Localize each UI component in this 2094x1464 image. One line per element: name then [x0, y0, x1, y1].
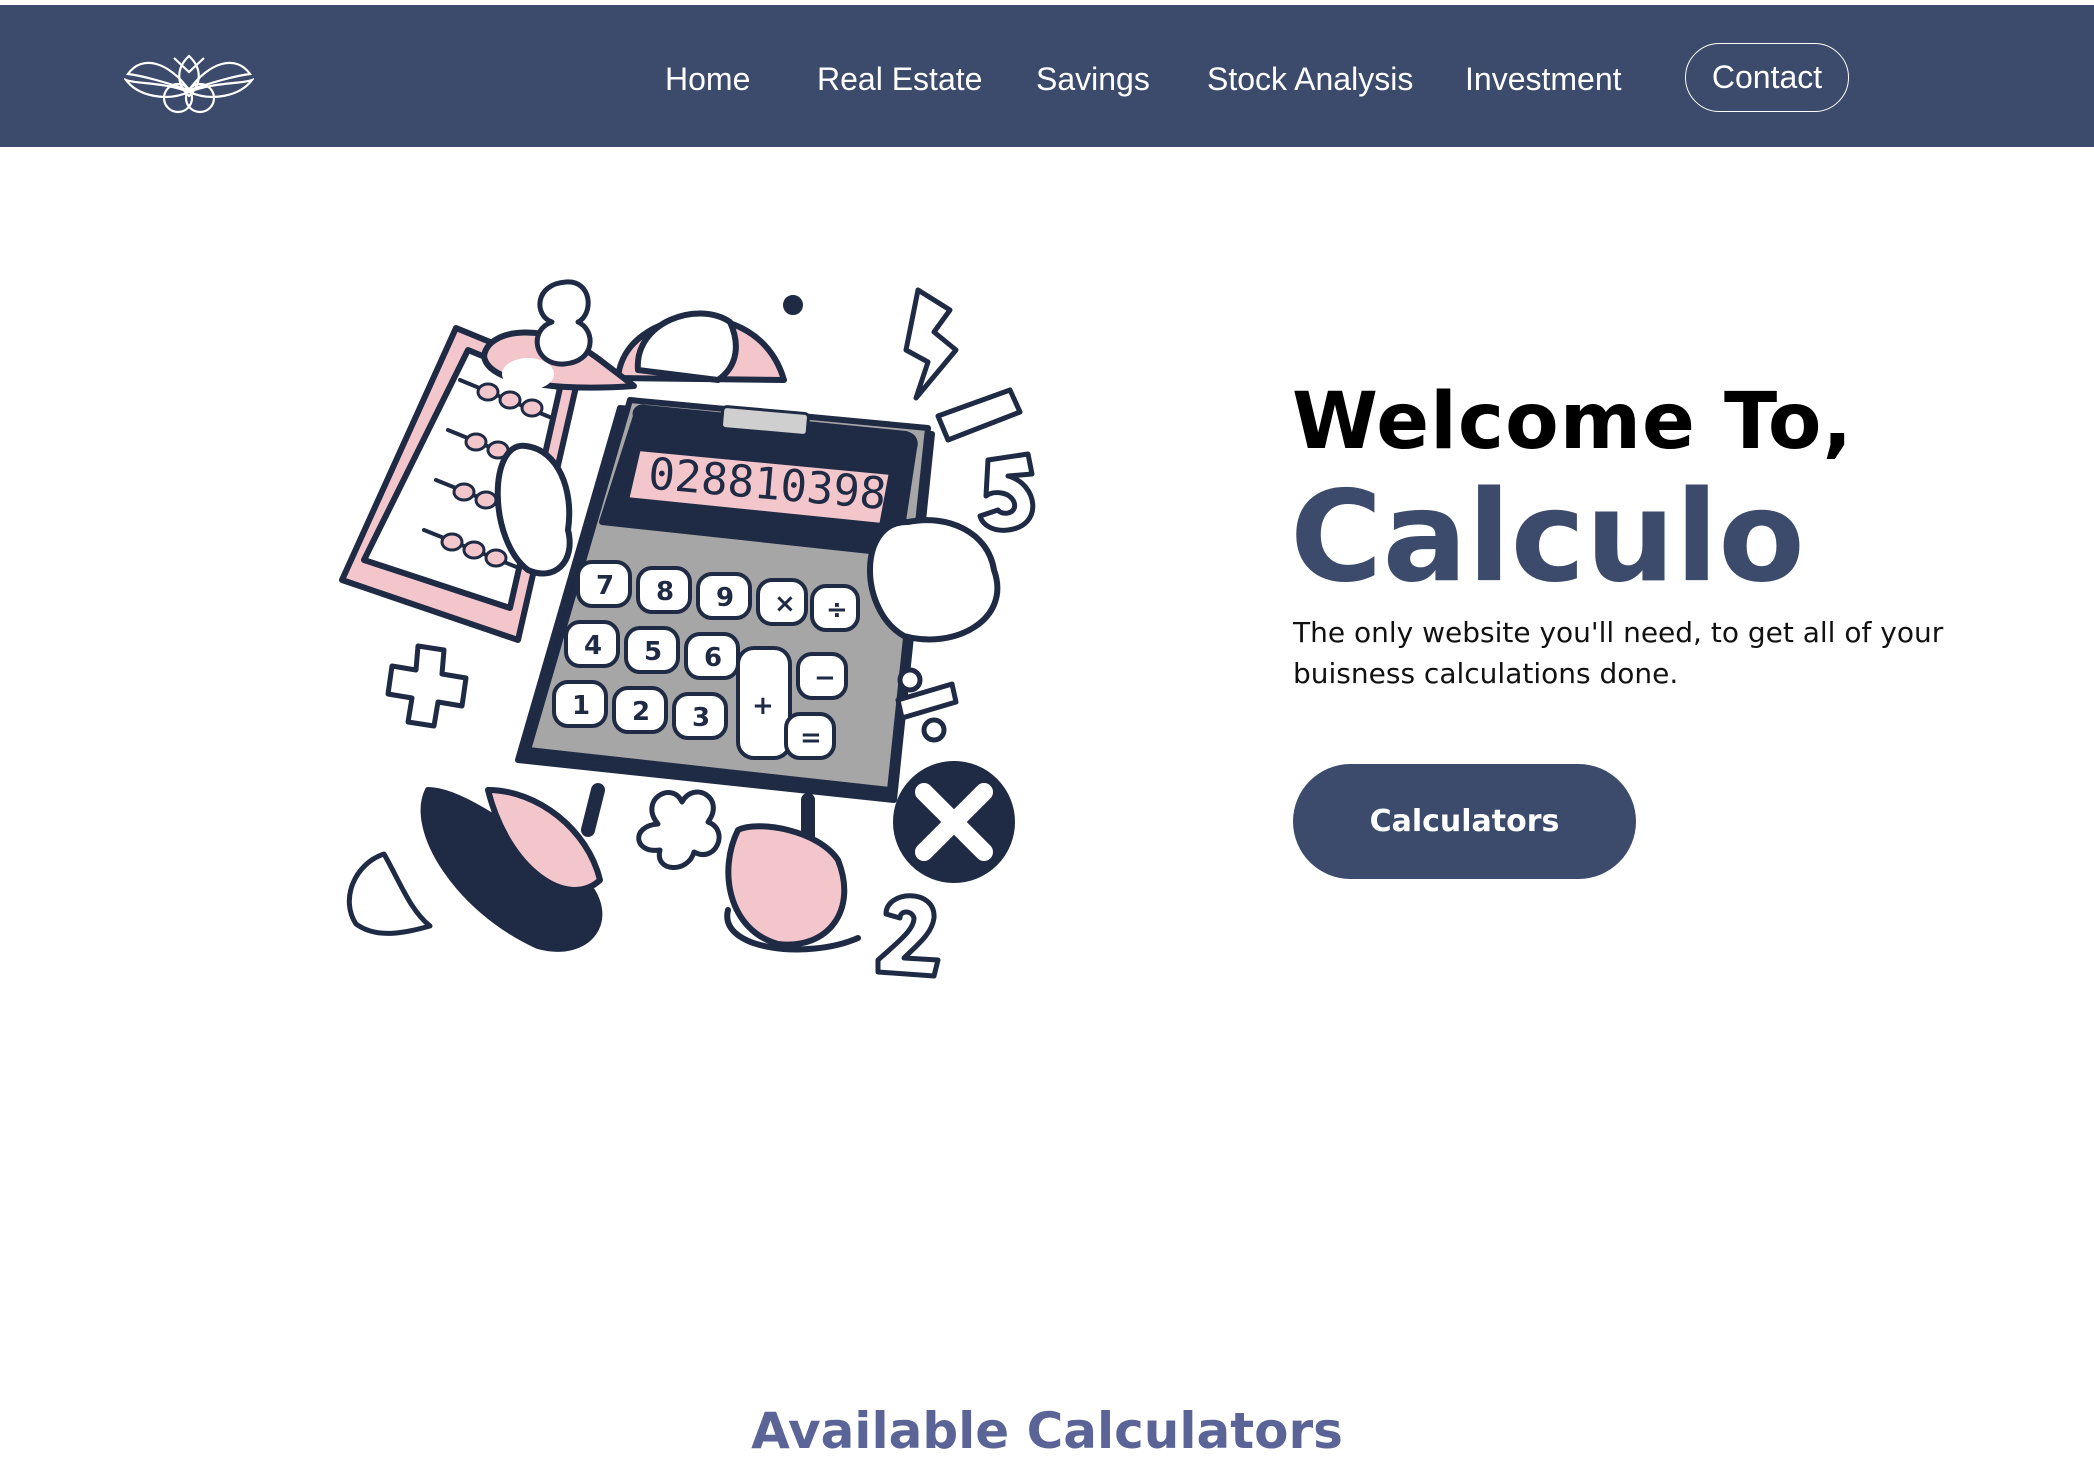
leaf-shape-icon [346, 851, 433, 936]
welcome-heading: Welcome To, [1292, 377, 1854, 467]
calculators-button[interactable]: Calculators [1293, 764, 1636, 879]
svg-text:1: 1 [572, 691, 590, 721]
hero-description: The only website you'll need, to get all… [1293, 616, 1944, 690]
calculator-mascot-illustration: 028810398 789 × ÷ 4 5 6 − 1 2 3 += [339, 279, 1036, 979]
svg-text:7: 7 [596, 571, 614, 601]
nav-real-estate-link[interactable]: Real Estate [817, 57, 982, 101]
svg-text:3: 3 [692, 703, 710, 733]
svg-text:2: 2 [632, 697, 650, 727]
svg-text:5: 5 [644, 637, 662, 667]
brand-heading: Calculo [1290, 463, 1805, 610]
eight-symbol-icon [534, 279, 593, 367]
svg-text:=: = [800, 723, 822, 753]
lightning-symbol-icon [903, 287, 959, 401]
five-symbol-icon [977, 451, 1036, 533]
nav-investment-link[interactable]: Investment [1465, 57, 1622, 101]
available-calculators-heading: Available Calculators [751, 1402, 1343, 1460]
svg-text:−: − [814, 663, 836, 693]
navbar: Home Real Estate Savings Stock Analysis … [0, 5, 2094, 147]
svg-text:÷: ÷ [826, 595, 848, 625]
lotus-logo-icon[interactable] [124, 50, 254, 115]
svg-text:6: 6 [704, 643, 722, 673]
svg-text:4: 4 [584, 631, 602, 661]
nav-stock-analysis-link[interactable]: Stock Analysis [1207, 57, 1413, 101]
flower-symbol-icon [636, 789, 722, 870]
svg-text:9: 9 [716, 583, 734, 613]
plus-symbol-icon [385, 643, 469, 729]
nav-savings-link[interactable]: Savings [1036, 57, 1150, 101]
baseball-cap-icon [481, 295, 803, 391]
two-symbol-icon [875, 893, 941, 979]
nav-home-link[interactable]: Home [665, 57, 750, 101]
contact-button[interactable]: Contact [1685, 43, 1849, 112]
minus-symbol-icon [935, 387, 1023, 443]
svg-text:8: 8 [656, 577, 674, 607]
svg-text:+: + [752, 691, 774, 721]
svg-text:×: × [774, 589, 796, 619]
